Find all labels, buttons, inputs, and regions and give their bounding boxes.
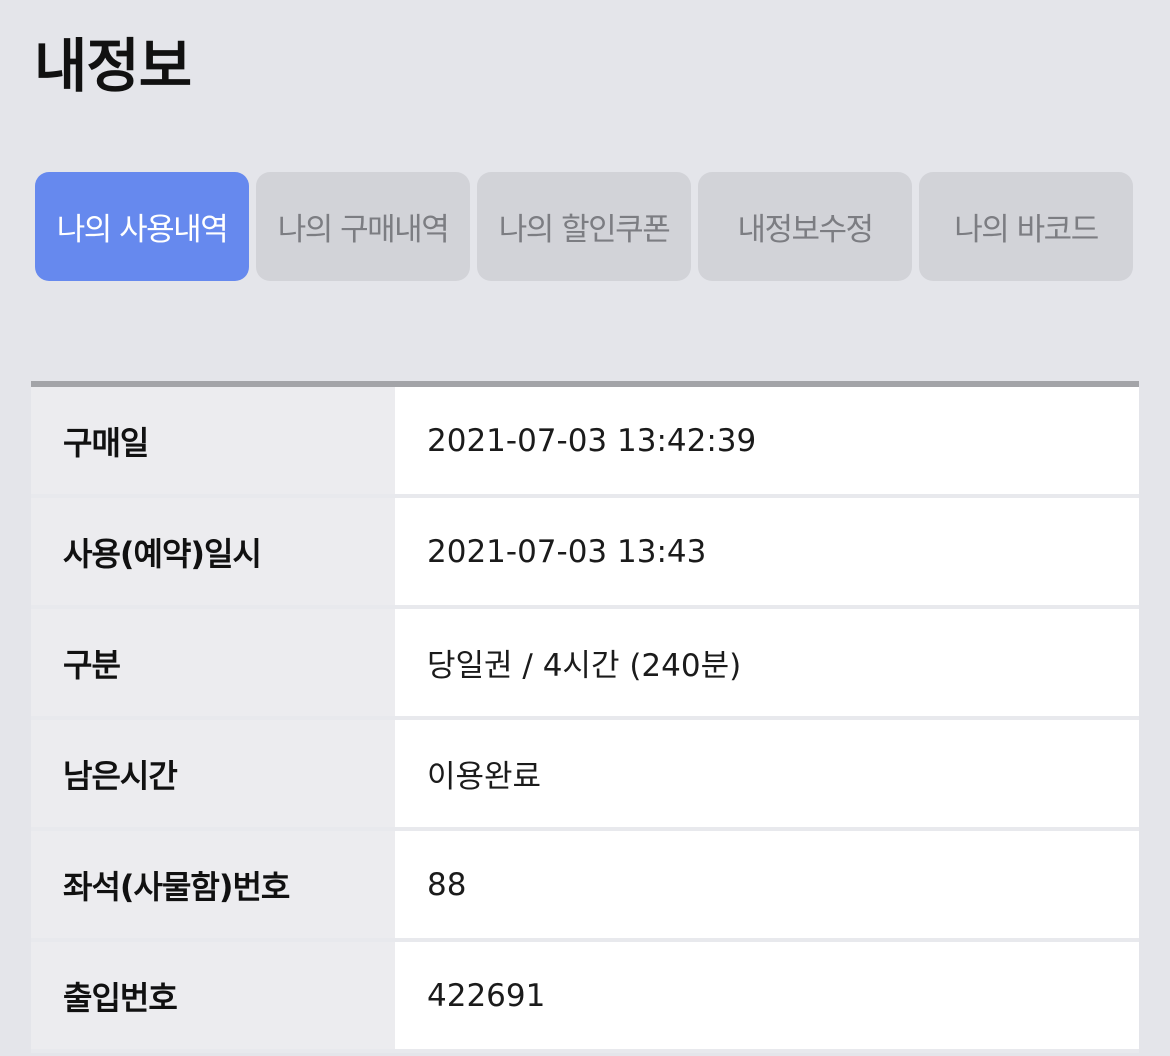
tab-discount-coupons[interactable]: 나의 할인쿠폰 bbox=[477, 172, 691, 281]
row-value: 2021-07-03 13:42:39 bbox=[395, 387, 1139, 494]
tab-my-barcode[interactable]: 나의 바코드 bbox=[919, 172, 1133, 281]
table-row-purchase-date: 구매일 2021-07-03 13:42:39 bbox=[31, 387, 1139, 498]
table-row-use-reservation-datetime: 사용(예약)일시 2021-07-03 13:43 bbox=[31, 498, 1139, 609]
tab-purchase-history[interactable]: 나의 구매내역 bbox=[256, 172, 470, 281]
usage-detail-table: 구매일 2021-07-03 13:42:39 사용(예약)일시 2021-07… bbox=[31, 381, 1139, 1053]
row-label: 구분 bbox=[31, 609, 395, 716]
row-value: 2021-07-03 13:43 bbox=[395, 498, 1139, 605]
tab-bar: 나의 사용내역 나의 구매내역 나의 할인쿠폰 내정보수정 나의 바코드 bbox=[35, 172, 1133, 281]
table-row-entry-number: 출입번호 422691 bbox=[31, 942, 1139, 1053]
row-label: 구매일 bbox=[31, 387, 395, 494]
tab-edit-my-info[interactable]: 내정보수정 bbox=[698, 172, 912, 281]
row-value: 이용완료 bbox=[395, 720, 1139, 827]
page-title: 내정보 bbox=[34, 32, 192, 100]
row-label: 좌석(사물함)번호 bbox=[31, 831, 395, 938]
table-row-remaining-time: 남은시간 이용완료 bbox=[31, 720, 1139, 831]
table-row-seat-locker-number: 좌석(사물함)번호 88 bbox=[31, 831, 1139, 942]
row-label: 사용(예약)일시 bbox=[31, 498, 395, 605]
row-label: 남은시간 bbox=[31, 720, 395, 827]
tab-usage-history[interactable]: 나의 사용내역 bbox=[35, 172, 249, 281]
row-label: 출입번호 bbox=[31, 942, 395, 1049]
table-row-ticket-type: 구분 당일권 / 4시간 (240분) bbox=[31, 609, 1139, 720]
row-value: 422691 bbox=[395, 942, 1139, 1049]
row-value: 당일권 / 4시간 (240분) bbox=[395, 609, 1139, 716]
row-value: 88 bbox=[395, 831, 1139, 938]
